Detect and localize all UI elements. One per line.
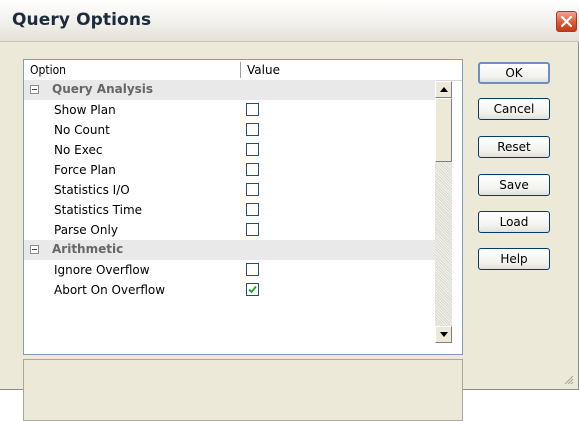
option-row-no-count[interactable]: No Count	[24, 120, 436, 140]
option-row-parse-only[interactable]: Parse Only	[24, 220, 436, 240]
checkmark-icon	[248, 285, 257, 294]
scroll-down-button[interactable]	[435, 326, 452, 343]
option-label: Statistics I/O	[54, 183, 130, 197]
option-row-force-plan[interactable]: Force Plan	[24, 160, 436, 180]
scroll-thumb[interactable]	[435, 98, 452, 162]
option-label: No Count	[54, 123, 110, 137]
option-row-abort-on-overflow[interactable]: Abort On Overflow	[24, 280, 436, 300]
option-label: Parse Only	[54, 223, 118, 237]
option-row-statistics-io[interactable]: Statistics I/O	[24, 180, 436, 200]
column-header-option[interactable]: Option	[30, 63, 66, 77]
statistics-time-checkbox[interactable]	[246, 203, 259, 216]
column-separator[interactable]	[240, 62, 241, 78]
dialog-title: Query Options	[12, 10, 152, 30]
option-label: Force Plan	[54, 163, 116, 177]
option-label: Ignore Overflow	[54, 263, 150, 277]
save-button[interactable]: Save	[478, 174, 550, 196]
option-row-ignore-overflow[interactable]: Ignore Overflow	[24, 260, 436, 280]
cancel-button[interactable]: Cancel	[478, 98, 550, 120]
description-panel	[23, 359, 463, 421]
option-label: No Exec	[54, 143, 103, 157]
resize-grip-icon[interactable]	[562, 373, 574, 385]
parse-only-checkbox[interactable]	[246, 223, 259, 236]
option-label: Statistics Time	[54, 203, 143, 217]
close-icon	[560, 15, 573, 28]
category-row-arithmetic[interactable]: Arithmetic	[24, 240, 436, 260]
dialog-content: Option Value Query Analysis Show Plan No…	[9, 51, 569, 421]
category-label: Query Analysis	[52, 82, 154, 96]
scroll-track[interactable]	[435, 162, 452, 326]
arrow-up-icon	[440, 87, 448, 92]
category-row-query-analysis[interactable]: Query Analysis	[24, 80, 436, 100]
no-exec-checkbox[interactable]	[246, 143, 259, 156]
reset-button[interactable]: Reset	[478, 136, 550, 158]
option-row-statistics-time[interactable]: Statistics Time	[24, 200, 436, 220]
ignore-overflow-checkbox[interactable]	[246, 263, 259, 276]
option-row-no-exec[interactable]: No Exec	[24, 140, 436, 160]
column-header-value[interactable]: Value	[247, 63, 280, 77]
option-label: Show Plan	[54, 103, 116, 117]
abort-on-overflow-checkbox[interactable]	[246, 283, 259, 296]
query-options-dialog: Query Options Option Value Query Analysi…	[0, 0, 579, 421]
no-count-checkbox[interactable]	[246, 123, 259, 136]
scroll-up-button[interactable]	[435, 81, 452, 98]
help-button[interactable]: Help	[478, 248, 550, 270]
show-plan-checkbox[interactable]	[246, 103, 259, 116]
title-bar[interactable]: Query Options	[0, 0, 579, 42]
options-grid: Option Value Query Analysis Show Plan No…	[23, 59, 463, 355]
grid-header: Option Value	[24, 60, 462, 81]
arrow-down-icon	[440, 332, 448, 337]
ok-button[interactable]: OK	[478, 62, 550, 84]
load-button[interactable]: Load	[478, 211, 550, 233]
category-label: Arithmetic	[52, 242, 124, 256]
close-button[interactable]	[556, 11, 577, 32]
statistics-io-checkbox[interactable]	[246, 183, 259, 196]
grid-rows: Query Analysis Show Plan No Count No Exe…	[24, 80, 436, 354]
option-label: Abort On Overflow	[54, 283, 166, 297]
option-row-show-plan[interactable]: Show Plan	[24, 100, 436, 120]
force-plan-checkbox[interactable]	[246, 163, 259, 176]
collapse-icon[interactable]	[30, 85, 39, 94]
collapse-icon[interactable]	[30, 245, 39, 254]
vertical-scrollbar[interactable]	[435, 81, 452, 343]
